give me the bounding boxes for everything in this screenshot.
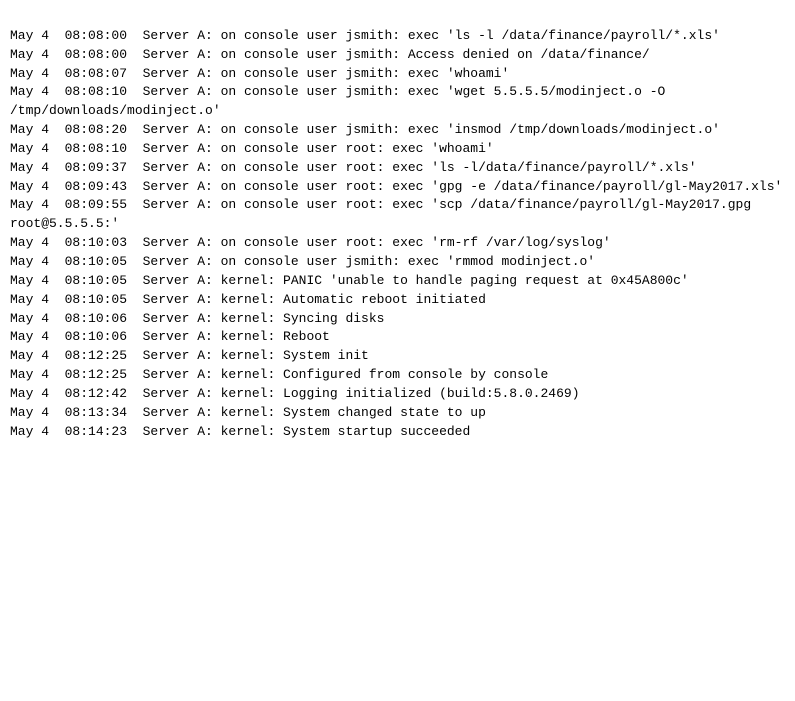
log-line: May 4 08:10:06 Server A: kernel: Reboot bbox=[10, 328, 785, 347]
log-line: May 4 08:09:37 Server A: on console user… bbox=[10, 159, 785, 178]
log-line: May 4 08:09:43 Server A: on console user… bbox=[10, 178, 785, 197]
log-line: May 4 08:10:06 Server A: kernel: Syncing… bbox=[10, 310, 785, 329]
log-line: May 4 08:10:05 Server A: kernel: Automat… bbox=[10, 291, 785, 310]
log-line: May 4 08:08:00 Server A: on console user… bbox=[10, 27, 785, 46]
log-line: May 4 08:10:05 Server A: on console user… bbox=[10, 253, 785, 272]
log-output: May 4 08:08:00 Server A: on console user… bbox=[10, 8, 785, 441]
log-line: May 4 08:09:55 Server A: on console user… bbox=[10, 196, 785, 234]
log-line: May 4 08:14:23 Server A: kernel: System … bbox=[10, 423, 785, 442]
log-line: May 4 08:12:25 Server A: kernel: Configu… bbox=[10, 366, 785, 385]
log-line: May 4 08:08:00 Server A: on console user… bbox=[10, 46, 785, 65]
log-line: May 4 08:08:10 Server A: on console user… bbox=[10, 140, 785, 159]
log-line: May 4 08:12:42 Server A: kernel: Logging… bbox=[10, 385, 785, 404]
log-line: May 4 08:10:03 Server A: on console user… bbox=[10, 234, 785, 253]
log-line: May 4 08:08:20 Server A: on console user… bbox=[10, 121, 785, 140]
log-line: May 4 08:08:07 Server A: on console user… bbox=[10, 65, 785, 84]
log-line: May 4 08:13:34 Server A: kernel: System … bbox=[10, 404, 785, 423]
log-line: May 4 08:08:10 Server A: on console user… bbox=[10, 83, 785, 121]
log-line: May 4 08:10:05 Server A: kernel: PANIC '… bbox=[10, 272, 785, 291]
log-line: May 4 08:12:25 Server A: kernel: System … bbox=[10, 347, 785, 366]
